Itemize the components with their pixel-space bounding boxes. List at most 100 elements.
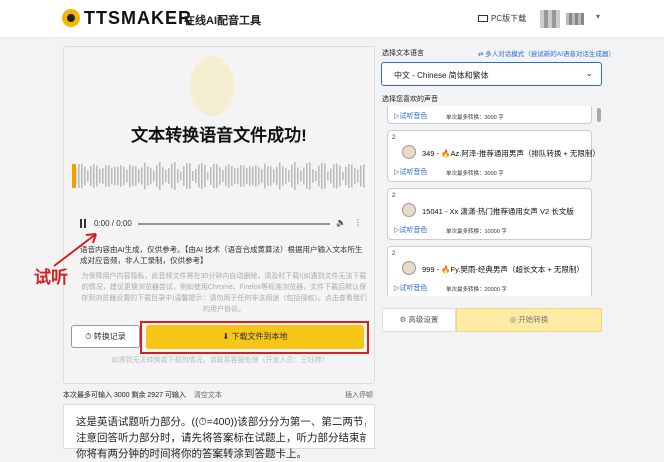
try-voice-button[interactable]: ▷试听音色 [394,225,427,235]
waveform-bar [231,166,233,186]
waveform-bar [270,166,272,186]
voice-avatar [402,203,416,217]
try-voice-button[interactable]: ▷试听音色 [394,167,427,177]
voice-card[interactable]: 2 999 - 🔥Fy.樊雨-经典男声（超长文本 + 无限制） ▷试听音色 单次… [387,246,592,296]
char-count-bar: 本次最多可输入 3000 剩余 2927 可输入 清空文本 插入停顿 [63,390,375,402]
waveform-bar [303,167,305,185]
clear-text-link[interactable]: 清空文本 [194,392,222,399]
waveform-bar [93,164,95,188]
voice-limit: 单次最多转换：3000 字 [446,115,504,121]
multi-speaker-link-text[interactable]: 多人对话模式（尝试新的AI语音对话生成器） [485,51,615,58]
waveform-bar [258,167,260,185]
annotation-label: 试听 [34,268,68,287]
voice-name: 999 - 🔥Fy.樊雨-经典男声（超长文本 + 无限制） [422,265,584,274]
advanced-settings-button[interactable]: ⚙ 高级设置 [382,308,456,332]
waveform-bar [189,163,191,189]
waveform-bar [351,164,353,188]
conversion-history-button[interactable]: ⏱ 转换记录 [71,325,140,348]
waveform-bar [183,166,185,186]
support-note: 如遇到无法转换或下载的情况，请联系客服处理（开发人员：王钰婷） [111,357,329,364]
more-options-icon[interactable]: ⋮ [354,218,362,227]
try-voice-button[interactable]: ▷试听音色 [394,283,427,293]
insert-pause-link[interactable]: 插入停顿 [345,390,373,400]
waveform-bar [273,169,275,183]
voice-list[interactable]: ▷试听音色 单次最多转换：3000 字 2 349 - 🔥Az.阿泽-推荐通用男… [381,106,602,296]
waveform-bar [120,165,122,187]
waveform-bar [267,166,269,186]
voice-card[interactable]: 2 15041 - Xx 潇潇-热门推荐通用女声 V2 长文版 ▷试听音色 单次… [387,188,592,240]
voice-limit: 单次最多转换：3000 字 [446,171,504,177]
waveform-bar [144,162,146,190]
voice-label: 选择您喜欢的声音 [382,96,438,103]
try-voice-button[interactable]: ▷试听音色 [394,111,427,121]
logo-icon[interactable] [62,9,80,27]
waveform-bar [249,165,251,187]
waveform-bar [282,166,284,186]
monitor-icon [478,15,488,23]
chevron-down-icon[interactable]: ▾ [596,12,600,21]
waveform-bar [90,165,92,187]
text-input[interactable]: 这是英语试题听力部分。((⏱=400))该部分分为第一、第二两节， 注意回答听力… [63,404,375,460]
success-title: 文本转换语音文件成功! [131,126,307,145]
chevron-down-icon: ⌄ [585,68,593,78]
waveform-cursor[interactable] [72,164,76,188]
pc-download-link[interactable]: PC版下载 [478,13,526,24]
waveform-bar [87,170,89,182]
selection-indicator: 2 [392,251,396,257]
voice-name: 15041 - Xx 潇潇-热门推荐通用女声 V2 长文版 [422,207,574,216]
waveform-bar [96,165,98,187]
waveform-bar [240,165,242,187]
waveform-bar [363,164,365,188]
waveform-bar [114,166,116,186]
pc-download-label[interactable]: PC版下载 [491,14,526,23]
char-count: 本次最多可输入 3000 剩余 2927 可输入 [63,392,186,399]
waveform-bar [219,167,221,185]
waveform-bar [261,169,263,183]
waveform-bar [174,162,176,190]
voice-list-scrollbar[interactable] [597,108,601,122]
waveform-bar [252,166,254,186]
voice-avatar [402,261,416,275]
waveform-bar [255,165,257,187]
waveform-bar [360,165,362,187]
voice-avatar [402,145,416,159]
waveform-bar [135,166,137,186]
voice-card[interactable]: 2 349 - 🔥Az.阿泽-推荐通用男声（排队转换 + 无限制） ▷试听音色 … [387,130,600,182]
logo-text[interactable]: TTSMAKER [84,8,192,29]
waveform-bar [108,165,110,187]
download-button[interactable]: ⬇ 下载文件到本地 [146,325,364,349]
language-select[interactable]: 中文 - Chinese 简体和繁体 ⌄ [381,62,602,86]
waveform-bar [210,167,212,185]
audio-player[interactable]: 0:00 / 0:00 🔈 ⋮ [74,216,364,232]
username[interactable] [566,13,584,25]
slogan: 在线AI配音工具 [184,15,261,27]
start-conversion-button[interactable]: ◎ 开始转换 [456,308,602,332]
top-header: TTSMAKER 在线AI配音工具 PC版下载 ▾ [0,0,664,38]
ai-disclaimer: 语音内容由AI生成，仅供参考。【由AI 技术（语音合成黄算法）根据用户输入文本所… [80,245,363,265]
waveform-bar [147,166,149,186]
waveform-bar [213,164,215,188]
waveform-bar [312,169,314,183]
avatar[interactable] [540,10,560,28]
volume-icon[interactable]: 🔈 [336,218,346,227]
voice-card[interactable]: ▷试听音色 单次最多转换：3000 字 [387,106,592,124]
voice-limit: 单次最多转换：10000 字 [446,229,507,235]
multi-speaker-link[interactable]: ⇄ 多人对话模式（尝试新的AI语音对话生成器） [478,48,615,58]
mascot-image [190,56,234,116]
waveform-bar [195,169,197,183]
waveform-bar [336,163,338,189]
waveform-bar [180,171,182,181]
waveform-bar [222,170,224,182]
waveform-bar [318,165,320,187]
waveform-bar [186,163,188,189]
waveform-bar [324,163,326,189]
waveform-bar [78,164,80,188]
text-line: 你将有两分钟的时间将你的答案转涂到答题卡上。 [76,448,307,460]
history-button-label: 转换记录 [93,332,126,341]
waveform-bar [138,168,140,184]
waveform-bar [141,167,143,185]
waveform-bar [288,170,290,182]
waveform-bar [225,165,227,187]
audio-progress-bar[interactable] [138,223,330,225]
waveform-bar [132,166,134,186]
